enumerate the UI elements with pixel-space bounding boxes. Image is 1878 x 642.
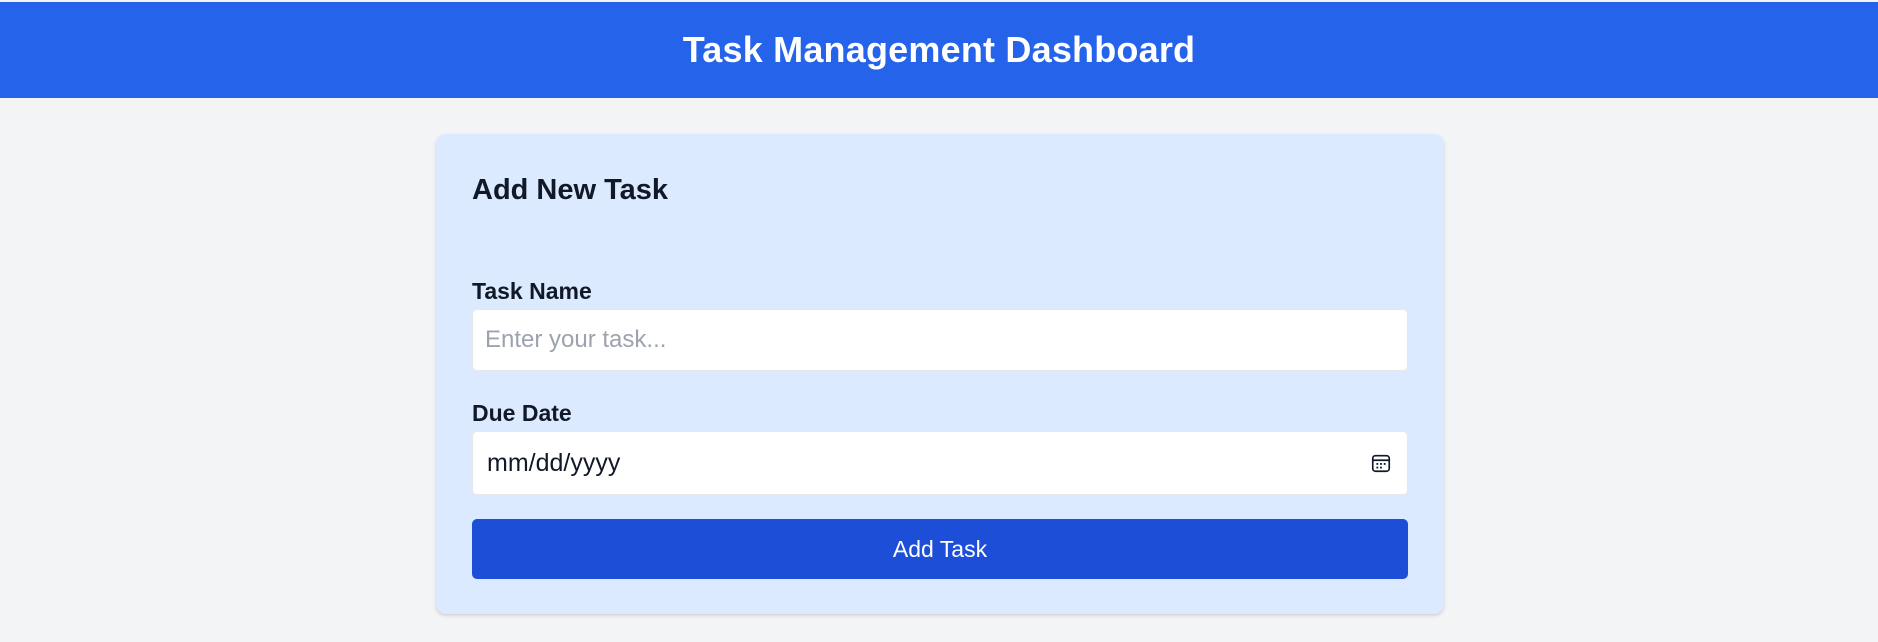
page-title: Task Management Dashboard [682, 29, 1196, 70]
add-task-card: Add New Task Task Name Due Date mm/dd/yy… [436, 134, 1444, 614]
task-name-label: Task Name [472, 278, 592, 304]
calendar-icon[interactable] [1369, 451, 1393, 475]
task-name-input[interactable] [473, 310, 1407, 370]
task-name-field-container [472, 309, 1408, 371]
due-date-placeholder: mm/dd/yyyy [487, 448, 621, 477]
add-task-button[interactable]: Add Task [472, 519, 1408, 579]
add-task-heading: Add New Task [472, 174, 669, 206]
app-header: Task Management Dashboard [0, 2, 1878, 98]
due-date-label: Due Date [472, 400, 572, 426]
due-date-input[interactable]: mm/dd/yyyy [472, 431, 1408, 495]
